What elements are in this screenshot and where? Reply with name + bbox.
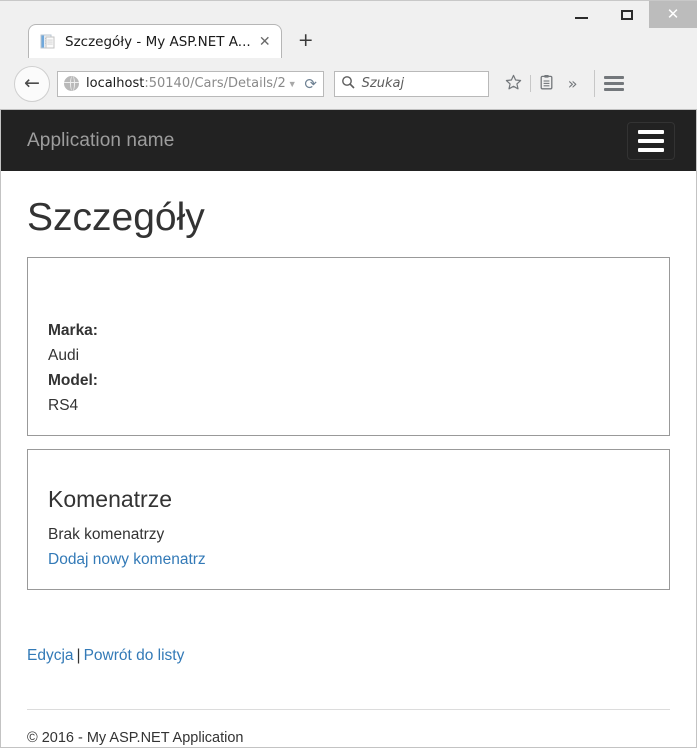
comments-panel: Komenatrze Brak komenatrzy Dodaj nowy ko… <box>27 448 670 590</box>
overflow-chevron-icon[interactable]: » <box>560 75 586 92</box>
address-dropdown-icon[interactable]: ▼ <box>288 79 297 89</box>
comments-heading: Komenatrze <box>48 485 173 512</box>
browser-tab[interactable]: Szczegóły - My ASP.NET A... ✕ <box>28 24 282 58</box>
details-list: Marka: Audi Model: RS4 <box>48 318 669 418</box>
address-bar[interactable]: localhost:50140/Cars/Details/2 ▼ ⟳ <box>57 70 324 97</box>
url-path: :50140/Cars/Details/2 <box>144 76 286 91</box>
footer-copyright: © 2016 - My ASP.NET Application <box>27 729 244 746</box>
toolbar-divider <box>529 75 531 92</box>
comments-empty-text: Brak komenatrzy <box>48 526 165 544</box>
new-tab-button[interactable]: + <box>294 28 318 52</box>
detail-value-model: RS4 <box>48 397 79 415</box>
reload-icon[interactable]: ⟳ <box>303 76 319 92</box>
browser-toolbar: ← localhost:50140/Cars/Details/2 ▼ ⟳ Szu… <box>0 58 697 110</box>
search-box[interactable]: Szukaj <box>333 70 489 97</box>
search-input[interactable]: Szukaj <box>362 76 404 91</box>
footer-divider <box>27 708 670 710</box>
reading-list-icon[interactable] <box>534 74 560 94</box>
action-separator: | <box>76 646 81 664</box>
add-comment-link[interactable]: Dodaj nowy komenatrz <box>48 548 206 572</box>
page-favicon-icon <box>40 34 56 50</box>
toolbar-separator <box>593 70 595 97</box>
url-host: localhost <box>86 76 145 91</box>
detail-label-marka: Marka: <box>48 321 98 339</box>
action-links: Edycja | Powrót do listy <box>27 644 670 668</box>
browser-menu-icon[interactable] <box>601 76 627 91</box>
toolbar-icons: » <box>501 70 627 97</box>
back-to-list-link[interactable]: Powrót do listy <box>84 647 185 664</box>
url-text: localhost:50140/Cars/Details/2 <box>86 76 286 91</box>
page-title: Szczegóły <box>27 196 205 239</box>
page-viewport: Application name Szczegóły Marka: Audi M… <box>0 110 697 748</box>
globe-icon <box>64 76 79 91</box>
bookmark-star-icon[interactable] <box>501 74 527 94</box>
tab-strip: Szczegóły - My ASP.NET A... ✕ + <box>0 23 697 58</box>
back-arrow-icon: ← <box>24 72 40 94</box>
edit-link[interactable]: Edycja <box>27 647 74 664</box>
detail-label-model: Model: <box>48 372 98 390</box>
minimize-icon <box>575 17 588 19</box>
search-icon <box>341 75 355 92</box>
title-bar: ✕ Szczegóły - My ASP.NET A... ✕ + <box>0 0 697 58</box>
site-navbar: Application name <box>1 110 696 171</box>
back-button[interactable]: ← <box>14 65 50 102</box>
maximize-icon <box>620 9 633 20</box>
tab-close-icon[interactable]: ✕ <box>257 34 273 50</box>
close-icon: ✕ <box>666 5 680 23</box>
tab-title: Szczegóły - My ASP.NET A... <box>65 33 251 50</box>
navbar-brand[interactable]: Application name <box>27 130 174 152</box>
navbar-toggle-button[interactable] <box>627 121 675 160</box>
browser-window: ✕ Szczegóły - My ASP.NET A... ✕ + ← loca… <box>0 0 697 748</box>
content-container: Szczegóły Marka: Audi Model: RS4 Komenat… <box>1 196 696 746</box>
details-panel: Marka: Audi Model: RS4 <box>27 256 670 436</box>
detail-value-marka: Audi <box>48 347 80 364</box>
